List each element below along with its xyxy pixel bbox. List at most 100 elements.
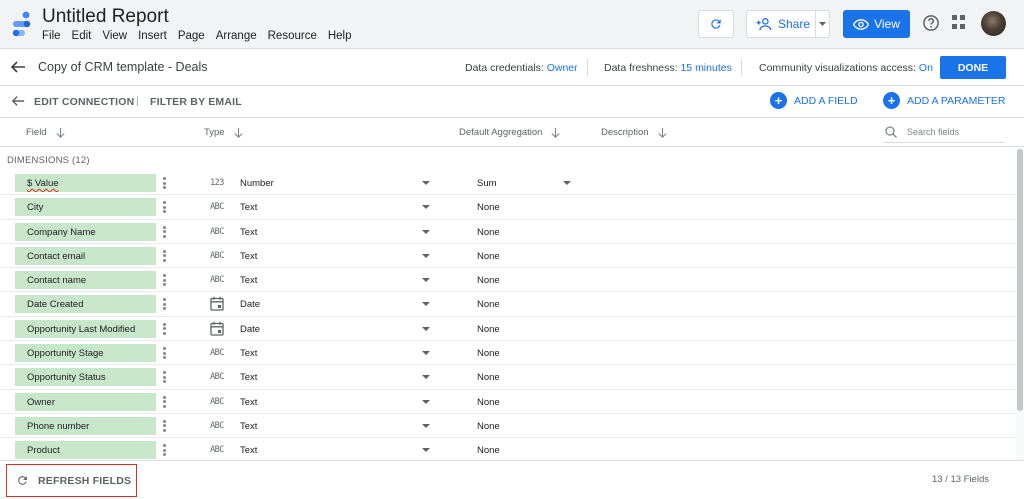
- datasource-name[interactable]: Copy of CRM template - Deals: [38, 60, 208, 74]
- type-dropdown-caret-icon[interactable]: [422, 375, 430, 380]
- text-type-icon: ABC: [210, 372, 224, 383]
- data-freshness-link[interactable]: 15 minutes: [680, 62, 731, 74]
- field-type[interactable]: Text: [240, 445, 257, 456]
- more-vert-icon[interactable]: [163, 371, 166, 384]
- field-type[interactable]: Text: [240, 227, 257, 238]
- refresh-data-button[interactable]: [698, 10, 734, 38]
- add-parameter-button[interactable]: + ADD A PARAMETER: [883, 92, 1005, 109]
- more-vert-icon[interactable]: [163, 298, 166, 311]
- more-vert-icon[interactable]: [163, 177, 166, 189]
- apps-grid-icon[interactable]: [952, 15, 966, 29]
- type-dropdown-caret-icon[interactable]: [422, 448, 430, 453]
- user-avatar[interactable]: [981, 11, 1006, 36]
- field-type[interactable]: Text: [240, 251, 257, 262]
- sort-arrow-icon: [56, 127, 65, 138]
- menu-resource[interactable]: Resource: [268, 30, 317, 42]
- back-arrow-icon[interactable]: [10, 59, 26, 75]
- column-header-default-aggregation[interactable]: Default Aggregation: [459, 127, 561, 138]
- type-dropdown-caret-icon[interactable]: [422, 229, 430, 234]
- field-name-chip[interactable]: Phone number: [15, 416, 156, 435]
- text-type-icon: ABC: [210, 275, 224, 286]
- column-header-field[interactable]: Field: [26, 127, 65, 138]
- menu-arrange[interactable]: Arrange: [216, 30, 257, 42]
- scrollbar-thumb[interactable]: [1017, 149, 1023, 411]
- column-field-label: Field: [26, 127, 47, 138]
- menu-edit[interactable]: Edit: [72, 30, 92, 42]
- search-fields-input[interactable]: [907, 127, 997, 137]
- field-name-chip[interactable]: $ Value: [15, 174, 156, 192]
- type-dropdown-caret-icon[interactable]: [422, 278, 430, 283]
- field-name-chip[interactable]: Contact name: [15, 271, 156, 290]
- field-name-chip[interactable]: Owner: [15, 392, 156, 411]
- edit-connection-button[interactable]: EDIT CONNECTION: [34, 96, 134, 108]
- more-vert-icon[interactable]: [163, 249, 166, 262]
- field-name-chip[interactable]: Product: [15, 441, 156, 460]
- report-title[interactable]: Untitled Report: [42, 6, 169, 28]
- field-type[interactable]: Date: [240, 324, 260, 335]
- menu-help[interactable]: Help: [328, 30, 352, 42]
- add-field-button[interactable]: + ADD A FIELD: [770, 92, 858, 109]
- column-aggregation-label: Default Aggregation: [459, 127, 543, 138]
- more-vert-icon[interactable]: [163, 201, 166, 214]
- type-dropdown-caret-icon[interactable]: [422, 399, 430, 404]
- field-name: Company Name: [27, 226, 96, 238]
- menu-insert[interactable]: Insert: [138, 30, 167, 42]
- field-type[interactable]: Text: [240, 372, 257, 383]
- type-dropdown-caret-icon[interactable]: [422, 326, 430, 331]
- field-type[interactable]: Text: [240, 421, 257, 432]
- field-name: Owner: [27, 396, 55, 408]
- fields-table: $ Value 123 Number Sum City ABC Text Non…: [0, 171, 1015, 463]
- field-name-chip[interactable]: Opportunity Stage: [15, 344, 156, 363]
- column-header-description[interactable]: Description: [601, 127, 667, 138]
- back-arrow-icon[interactable]: [11, 94, 25, 108]
- type-dropdown-caret-icon[interactable]: [422, 351, 430, 356]
- more-vert-icon[interactable]: [163, 419, 166, 432]
- data-credentials-link[interactable]: Owner: [547, 62, 578, 74]
- share-button[interactable]: Share: [746, 10, 830, 38]
- field-type[interactable]: Text: [240, 348, 257, 359]
- type-dropdown-caret-icon[interactable]: [422, 205, 430, 210]
- type-dropdown-caret-icon[interactable]: [422, 423, 430, 428]
- more-vert-icon[interactable]: [163, 347, 166, 360]
- field-name-chip[interactable]: Date Created: [15, 295, 156, 314]
- type-dropdown-caret-icon[interactable]: [422, 181, 430, 185]
- table-row: Opportunity Stage ABC Text None: [0, 341, 1015, 366]
- refresh-fields-button[interactable]: REFRESH FIELDS: [6, 464, 137, 497]
- share-dropdown[interactable]: [815, 11, 829, 37]
- field-aggregation[interactable]: Sum: [477, 178, 497, 189]
- more-vert-icon[interactable]: [163, 395, 166, 408]
- view-button[interactable]: View: [843, 10, 910, 38]
- more-vert-icon[interactable]: [163, 322, 166, 335]
- menu-view[interactable]: View: [102, 30, 127, 42]
- field-aggregation: None: [477, 420, 500, 432]
- plus-icon: +: [770, 92, 787, 109]
- field-name-chip[interactable]: Contact email: [15, 246, 156, 265]
- more-vert-icon[interactable]: [163, 225, 166, 238]
- field-name-chip[interactable]: Opportunity Last Modified: [15, 319, 156, 338]
- community-visualizations-link[interactable]: On: [919, 62, 933, 74]
- field-name-chip[interactable]: Opportunity Status: [15, 368, 156, 387]
- field-type[interactable]: Text: [240, 275, 257, 286]
- table-scrollbar[interactable]: [1016, 147, 1024, 460]
- menu-page[interactable]: Page: [178, 30, 205, 42]
- field-type[interactable]: Date: [240, 299, 260, 310]
- help-icon[interactable]: [922, 14, 940, 32]
- more-vert-icon[interactable]: [163, 274, 166, 287]
- field-aggregation: None: [477, 299, 500, 311]
- field-name-chip[interactable]: City: [15, 198, 156, 217]
- field-name-chip[interactable]: Company Name: [15, 222, 156, 241]
- menu-bar: File Edit View Insert Page Arrange Resou…: [42, 30, 363, 42]
- type-dropdown-caret-icon[interactable]: [422, 253, 430, 258]
- filter-by-email-button[interactable]: FILTER BY EMAIL: [150, 96, 242, 108]
- field-type[interactable]: Text: [240, 202, 257, 213]
- more-vert-icon[interactable]: [163, 444, 166, 457]
- done-button[interactable]: DONE: [940, 56, 1006, 79]
- caret-down-icon: [819, 22, 826, 26]
- refresh-fields-label: REFRESH FIELDS: [38, 474, 132, 487]
- menu-file[interactable]: File: [42, 30, 61, 42]
- field-type[interactable]: Text: [240, 397, 257, 408]
- type-dropdown-caret-icon[interactable]: [422, 302, 430, 307]
- field-type[interactable]: Number: [240, 178, 274, 189]
- column-header-type[interactable]: Type: [204, 127, 243, 138]
- aggregation-dropdown-caret-icon[interactable]: [563, 181, 571, 185]
